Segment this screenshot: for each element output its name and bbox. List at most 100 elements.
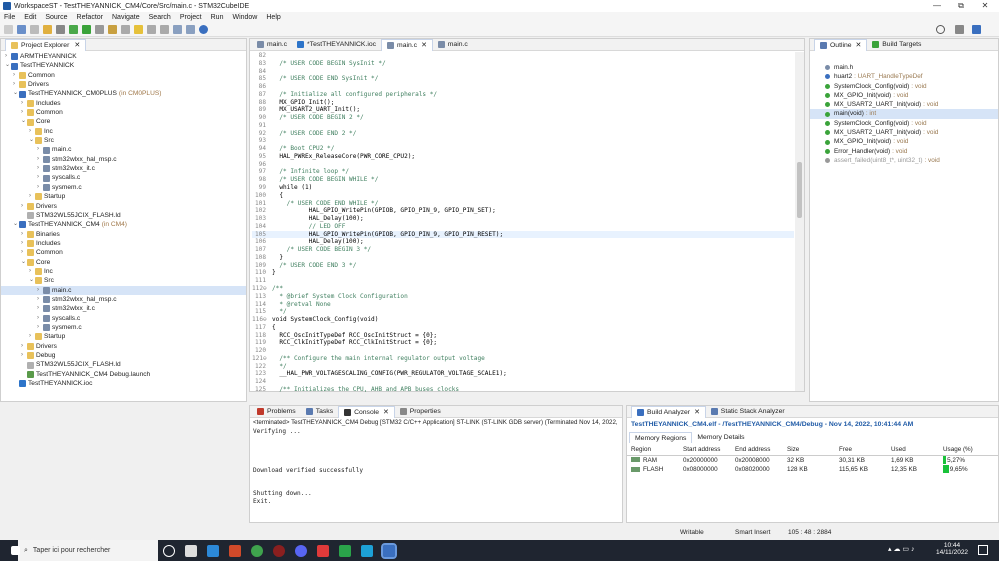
column-usage[interactable]: Usage (%) xyxy=(939,445,998,456)
tab-editor-main-c-active[interactable]: main.c ✕ xyxy=(381,38,433,51)
tree-item[interactable]: ⌄ TestTHEYANNICK_CM4 (in CM4) xyxy=(1,220,246,229)
code-line[interactable]: 101 /* USER CODE END WHILE */ xyxy=(252,200,794,208)
table-row[interactable]: FLASH 0x08000000 0x08020000 128 KB 115,65 KB… xyxy=(627,465,998,475)
code-line[interactable]: 97 /* Infinite loop */ xyxy=(252,168,794,176)
clock[interactable]: 10:44 14/11/2022 xyxy=(936,542,968,556)
tree-item[interactable]: › stm32wlxx_hal_msp.c xyxy=(1,155,246,164)
tab-static-stack-analyzer[interactable]: Static Stack Analyzer xyxy=(706,406,790,418)
debug-icon[interactable] xyxy=(69,25,78,34)
tree-item[interactable]: › Drivers xyxy=(1,202,246,211)
tree-item[interactable]: › stm32wlxx_it.c xyxy=(1,304,246,313)
discord-icon[interactable] xyxy=(295,544,307,557)
code-editor[interactable]: 82 83 /* USER CODE BEGIN SysInit */84 85 /… xyxy=(252,52,794,393)
build-icon[interactable] xyxy=(43,25,52,34)
stm32cubeide-icon[interactable] xyxy=(381,542,397,559)
code-line[interactable]: 116⊖ void SystemClock_Config(void) xyxy=(252,316,794,324)
search-icon[interactable] xyxy=(936,25,945,34)
console-output[interactable]: Verifying ... Download verified successfu… xyxy=(253,428,363,506)
code-line[interactable]: 102 HAL_GPIO_WritePin(GPIOB, GPIO_PIN_9,… xyxy=(252,207,794,215)
tree-item[interactable]: › Common xyxy=(1,108,246,117)
tree-item[interactable]: › Startup xyxy=(1,332,246,341)
open-folder-icon[interactable] xyxy=(108,25,117,34)
tree-item[interactable]: › Common xyxy=(1,71,246,80)
tree-item[interactable]: STM32WL55JCIX_FLASH.ld xyxy=(1,360,246,369)
column-free[interactable]: Free xyxy=(835,445,887,456)
code-line[interactable]: 117 { xyxy=(252,324,794,332)
tree-item[interactable]: › main.c xyxy=(1,145,246,154)
menu-edit[interactable]: Edit xyxy=(24,14,36,21)
code-line[interactable]: 96 xyxy=(252,161,794,169)
tree-item[interactable]: ⌄ Src xyxy=(1,136,246,145)
outline-item[interactable]: main.h xyxy=(810,63,998,72)
notifications-icon[interactable] xyxy=(978,545,988,555)
column-size[interactable]: Size xyxy=(783,445,835,456)
tree-item[interactable]: ⌄ TestTHEYANNICK_CM0PLUS (in CM0PLUS) xyxy=(1,89,246,98)
menu-refactor[interactable]: Refactor xyxy=(77,14,103,21)
column-region[interactable]: Region xyxy=(627,445,679,456)
tree-item[interactable]: › Drivers xyxy=(1,80,246,89)
code-line[interactable]: 91 xyxy=(252,122,794,130)
column-used[interactable]: Used xyxy=(887,445,939,456)
code-line[interactable]: 93 xyxy=(252,137,794,145)
code-line[interactable]: 88 MX_GPIO_Init(); xyxy=(252,99,794,107)
tree-item[interactable]: › Debug xyxy=(1,351,246,360)
outline-item[interactable]: assert_failed(uint8_t*, uint32_t): void xyxy=(810,156,998,165)
tab-properties[interactable]: Properties xyxy=(395,406,446,418)
code-line[interactable]: 118 RCC_OscInitTypeDef RCC_OscInitStruct… xyxy=(252,332,794,340)
code-line[interactable]: 82 xyxy=(252,52,794,60)
app-icon-green[interactable] xyxy=(339,544,351,557)
minimize-button[interactable]: — xyxy=(925,0,949,12)
tree-item[interactable]: › Inc xyxy=(1,267,246,276)
external-tools-icon[interactable] xyxy=(95,25,104,34)
code-line[interactable]: 94 /* Boot CPU2 */ xyxy=(252,145,794,153)
prev-annotation-icon[interactable] xyxy=(147,25,156,34)
cortana-icon[interactable] xyxy=(163,544,175,557)
code-line[interactable]: 84 xyxy=(252,68,794,76)
menu-run[interactable]: Run xyxy=(211,14,224,21)
code-line[interactable]: 99 while (1) xyxy=(252,184,794,192)
tree-item[interactable]: TestTHEYANNICK_CM4 Debug.launch xyxy=(1,370,246,379)
code-line[interactable]: 87 /* Initialize all configured peripher… xyxy=(252,91,794,99)
code-line[interactable]: 108 } xyxy=(252,254,794,262)
code-line[interactable]: 119 RCC_ClkInitTypeDef RCC_ClkInitStruct… xyxy=(252,339,794,347)
outline-item[interactable]: SystemClock_Config(void): void xyxy=(810,119,998,128)
code-line[interactable]: 107 /* USER CODE BEGIN 3 */ xyxy=(252,246,794,254)
task-view-icon[interactable] xyxy=(185,544,197,557)
outline-item[interactable]: MX_USART2_UART_Init(void): void xyxy=(810,100,998,109)
close-icon[interactable]: ✕ xyxy=(421,41,427,49)
tree-item[interactable]: › main.c xyxy=(1,285,246,295)
column-start-address[interactable]: Start address xyxy=(679,445,731,456)
tree-item[interactable]: TestTHEYANNICK.ioc xyxy=(1,379,246,388)
code-line[interactable]: 106 HAL_Delay(100); xyxy=(252,238,794,246)
tab-build-analyzer[interactable]: Build Analyzer ✕ xyxy=(631,405,706,418)
save-icon[interactable] xyxy=(17,25,26,34)
outline-item[interactable]: MX_GPIO_Init(void): void xyxy=(810,137,998,146)
code-line[interactable]: 89 MX_USART2_UART_Init(); xyxy=(252,106,794,114)
code-line[interactable]: 110} xyxy=(252,269,794,277)
code-line[interactable]: 121⊖ /** Configure the main internal reg… xyxy=(252,355,794,363)
code-line[interactable]: 124 xyxy=(252,378,794,386)
chrome-icon[interactable] xyxy=(251,544,263,557)
menu-help[interactable]: Help xyxy=(266,14,280,21)
code-line[interactable]: 115 */ xyxy=(252,308,794,316)
tree-item[interactable]: › sysmem.c xyxy=(1,323,246,332)
tree-item[interactable]: ⌄ Core xyxy=(1,117,246,126)
tab-console[interactable]: Console ✕ xyxy=(338,405,395,418)
tree-item[interactable]: › stm32wlxx_it.c xyxy=(1,164,246,173)
code-line[interactable]: 113 * @brief System Clock Configuration xyxy=(252,293,794,301)
menu-project[interactable]: Project xyxy=(180,14,202,21)
tab-memory-details[interactable]: Memory Details xyxy=(692,432,749,443)
run-icon[interactable] xyxy=(82,25,91,34)
new-icon[interactable] xyxy=(4,25,13,34)
code-line[interactable]: 111 xyxy=(252,277,794,285)
close-icon[interactable]: ✕ xyxy=(856,41,862,49)
tree-item[interactable]: › ARMTHEYANNICK xyxy=(1,52,246,61)
maximize-button[interactable]: ⧉ xyxy=(949,0,973,12)
tree-item[interactable]: › Common xyxy=(1,248,246,257)
menu-source[interactable]: Source xyxy=(45,14,67,21)
code-line[interactable]: 95 HAL_PWREx_ReleaseCore(PWR_CORE_CPU2); xyxy=(252,153,794,161)
tree-item[interactable]: ⌄ TestTHEYANNICK xyxy=(1,61,246,70)
tree-item[interactable]: › Inc xyxy=(1,127,246,136)
code-line[interactable]: 100 { xyxy=(252,192,794,200)
tab-project-explorer[interactable]: Project Explorer ✕ xyxy=(5,38,87,51)
